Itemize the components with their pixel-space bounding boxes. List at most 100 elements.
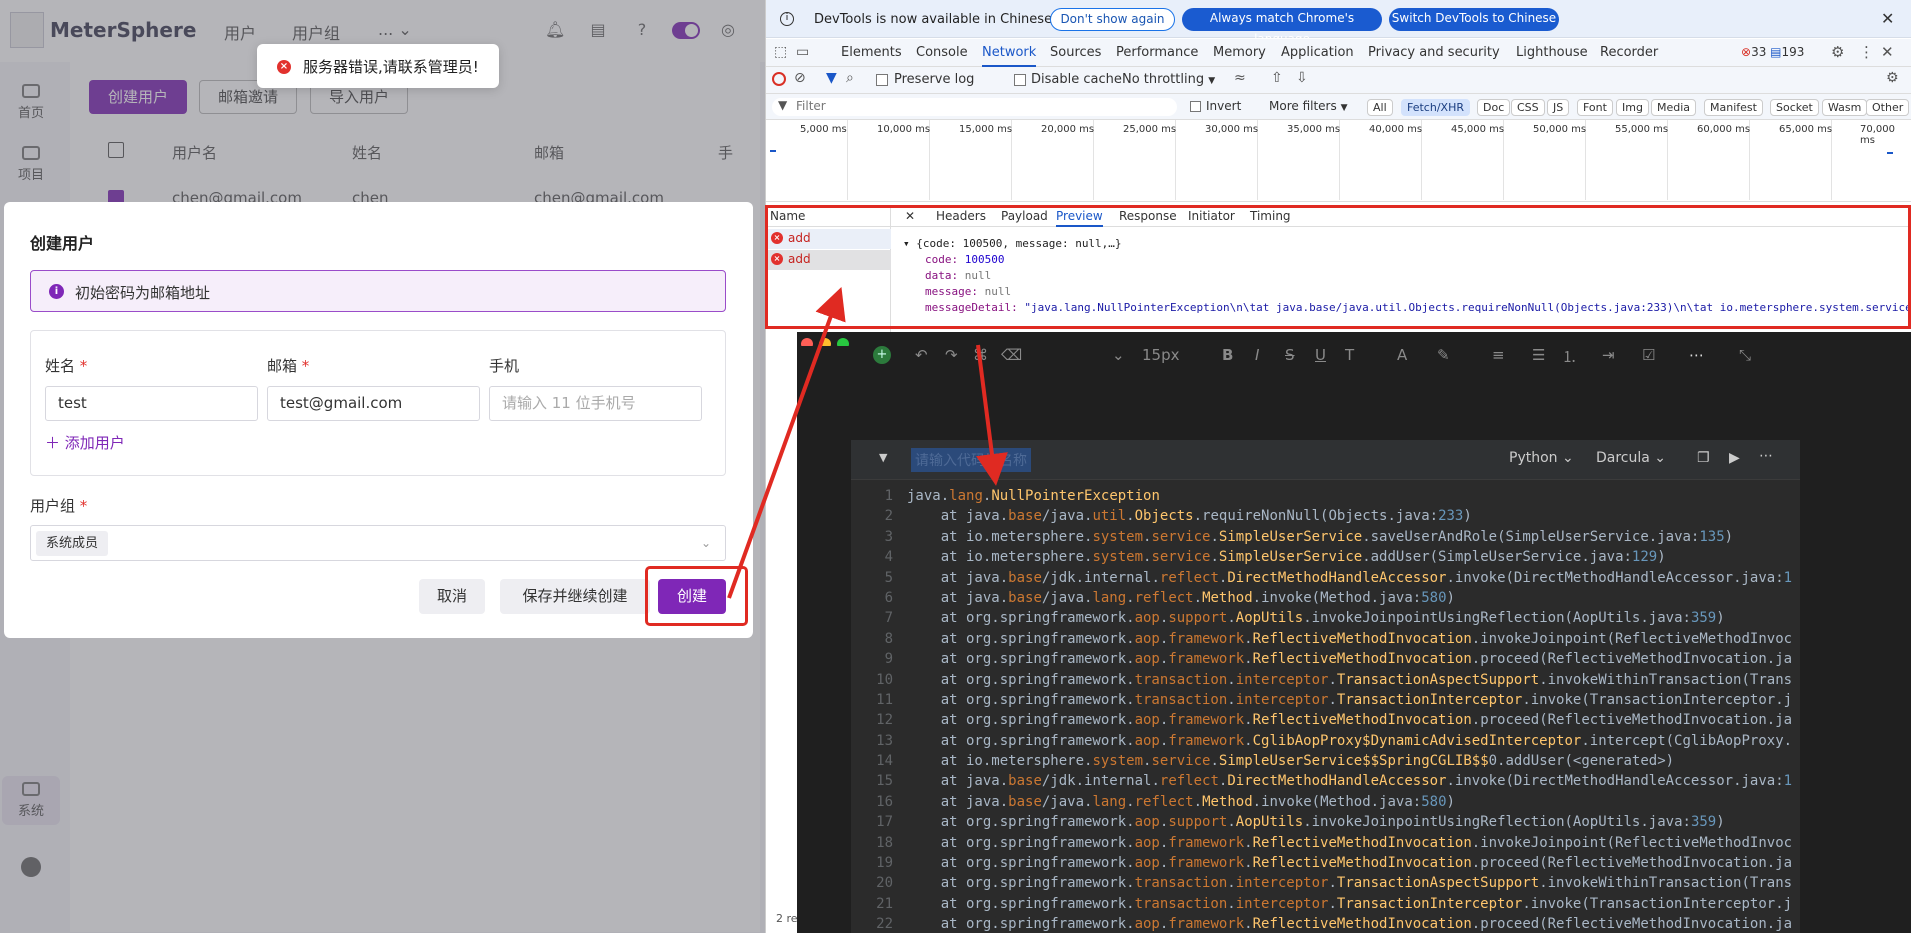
more-filters-button[interactable]: More filters ▼: [1269, 99, 1347, 113]
collapse-icon[interactable]: ⤡: [1739, 346, 1751, 364]
undo-icon[interactable]: ↶: [915, 346, 928, 364]
inspect-icon[interactable]: ⬚: [774, 44, 787, 60]
throttling-select[interactable]: No throttling ▼: [1122, 72, 1215, 87]
chip-other[interactable]: Other: [1866, 99, 1910, 116]
close-devtools-icon[interactable]: ✕: [1881, 43, 1894, 61]
highlight-icon[interactable]: ✎: [1437, 346, 1450, 364]
chevron-down-icon[interactable]: ⌄: [1112, 346, 1125, 364]
add-user-label: 添加用户: [64, 434, 125, 452]
chip-img[interactable]: Img: [1616, 99, 1649, 116]
tab-elements[interactable]: Elements: [841, 45, 902, 60]
network-overview[interactable]: 5,000 ms 10,000 ms 15,000 ms 20,000 ms 2…: [766, 120, 1911, 202]
export-har-icon[interactable]: ⇩: [1296, 70, 1308, 86]
dialog-title: 创建用户: [30, 234, 95, 253]
network-settings-icon[interactable]: ⚙: [1886, 70, 1899, 86]
toast-message: 服务器错误,请联系管理员!: [303, 58, 479, 76]
underline-icon[interactable]: U: [1315, 346, 1326, 364]
indent-icon[interactable]: ⇥: [1602, 346, 1615, 364]
tab-console[interactable]: Console: [916, 45, 968, 60]
font-color-icon[interactable]: A: [1397, 346, 1407, 364]
chip-doc[interactable]: Doc: [1477, 99, 1511, 116]
chip-media[interactable]: Media: [1651, 99, 1697, 116]
user-group-select[interactable]: 系统成员 ⌄: [30, 525, 726, 561]
line-number: 8: [884, 630, 893, 647]
group-tag[interactable]: 系统成员: [36, 531, 109, 556]
font-size-select[interactable]: 15px: [1142, 346, 1180, 364]
redo-icon[interactable]: ↷: [945, 346, 958, 364]
bold-icon[interactable]: B: [1222, 346, 1233, 364]
tab-sources[interactable]: Sources: [1050, 45, 1101, 60]
copy-icon[interactable]: ❐: [1697, 450, 1710, 466]
tab-privacy[interactable]: Privacy and security: [1368, 45, 1500, 60]
search-icon[interactable]: ⌕: [846, 70, 854, 86]
chip-manifest[interactable]: Manifest: [1704, 99, 1763, 116]
tab-lighthouse[interactable]: Lighthouse: [1516, 45, 1588, 60]
email-field[interactable]: test@gmail.com: [267, 386, 480, 421]
disable-cache-checkbox[interactable]: [1014, 74, 1026, 86]
dont-show-again-button[interactable]: Don't show again: [1050, 8, 1175, 31]
save-continue-button[interactable]: 保存并继续创建: [500, 579, 650, 614]
tab-network[interactable]: Network: [982, 45, 1037, 67]
network-toolbar: ⊘ ▼ ⌕ Preserve log Disable cache No thro…: [766, 67, 1911, 94]
text-style-icon[interactable]: T: [1345, 346, 1354, 364]
filter-input[interactable]: ▼ Filter: [772, 98, 1177, 116]
italic-icon[interactable]: I: [1255, 346, 1259, 364]
code-lines[interactable]: 1 java.lang.NullPointerException 2 at java…: [851, 486, 1800, 933]
error-count[interactable]: ⊗33 ▤193: [1741, 45, 1804, 59]
code-line: 18 at org.springframework.aop.framework.…: [851, 833, 1800, 853]
phone-field[interactable]: 请输入 11 位手机号: [489, 386, 702, 421]
code-text: at java.base/java.lang.reflect.Method.in…: [907, 793, 1455, 810]
theme-select[interactable]: Darcula ⌄: [1596, 450, 1666, 466]
ordered-list-icon[interactable]: ⒈: [1562, 346, 1577, 367]
match-language-button[interactable]: Always match Chrome's language: [1182, 8, 1382, 46]
code-line: 15 at java.base/jdk.internal.reflect.Dir…: [851, 771, 1800, 791]
chip-all[interactable]: All: [1367, 99, 1393, 116]
add-user-link[interactable]: ＋ 添加用户: [45, 432, 125, 453]
code-text: at org.springframework.transaction.inter…: [907, 875, 1793, 892]
code-line: 5 at java.base/jdk.internal.reflect.Dire…: [851, 568, 1800, 588]
chip-js[interactable]: JS: [1547, 99, 1570, 116]
tab-memory[interactable]: Memory: [1213, 45, 1266, 60]
device-toolbar-icon[interactable]: ▭: [796, 44, 809, 60]
more-icon[interactable]: ⋯: [1759, 448, 1773, 464]
insert-icon[interactable]: +: [873, 346, 891, 364]
clear-icon[interactable]: ⊘: [794, 70, 806, 86]
wifi-icon[interactable]: ≈: [1234, 70, 1246, 86]
record-icon[interactable]: [772, 72, 786, 86]
tab-recorder[interactable]: Recorder: [1600, 45, 1658, 60]
line-number: 18: [876, 834, 893, 851]
chip-wasm[interactable]: Wasm: [1822, 99, 1868, 116]
cancel-button[interactable]: 取消: [419, 579, 485, 614]
invert-checkbox[interactable]: [1190, 101, 1201, 112]
chip-fetch-xhr[interactable]: Fetch/XHR: [1401, 99, 1470, 116]
more-menu-icon[interactable]: ⋮: [1859, 43, 1874, 61]
settings-icon[interactable]: ⚙: [1831, 43, 1844, 61]
line-number: 7: [884, 610, 893, 627]
chevron-down-icon: ▼: [1340, 103, 1348, 113]
language-select[interactable]: Python ⌄: [1509, 450, 1574, 466]
bullet-list-icon[interactable]: ☰: [1532, 346, 1545, 364]
switch-chinese-button[interactable]: Switch DevTools to Chinese: [1389, 8, 1559, 31]
align-icon[interactable]: ≡: [1492, 346, 1505, 364]
format-painter-icon[interactable]: ⌘: [973, 346, 988, 364]
chip-socket[interactable]: Socket: [1770, 99, 1819, 116]
preserve-log-checkbox[interactable]: [876, 74, 888, 86]
code-line: 7 at org.springframework.aop.support.Aop…: [851, 608, 1800, 628]
more-icon[interactable]: ⋯: [1689, 346, 1704, 364]
tab-performance[interactable]: Performance: [1116, 45, 1198, 60]
name-field[interactable]: test: [45, 386, 258, 421]
code-block-title-input[interactable]: 请输入代码块名称: [911, 448, 1031, 472]
tab-application[interactable]: Application: [1281, 45, 1354, 60]
collapse-triangle-icon[interactable]: ▼: [879, 451, 887, 464]
import-har-icon[interactable]: ⇧: [1271, 70, 1283, 86]
close-icon[interactable]: ✕: [1881, 9, 1894, 28]
clear-format-icon[interactable]: ⌫: [1001, 346, 1022, 364]
filter-icon[interactable]: ▼: [826, 70, 837, 86]
chip-font[interactable]: Font: [1577, 99, 1613, 116]
chip-css[interactable]: CSS: [1511, 99, 1545, 116]
run-icon[interactable]: ▶: [1729, 450, 1740, 466]
filter-bar: ▼ Filter Invert More filters ▼ All Fetch…: [766, 94, 1911, 120]
code-line: 3 at io.metersphere.system.service.Simpl…: [851, 527, 1800, 547]
strikethrough-icon[interactable]: S: [1285, 346, 1295, 364]
checklist-icon[interactable]: ☑: [1642, 346, 1655, 364]
